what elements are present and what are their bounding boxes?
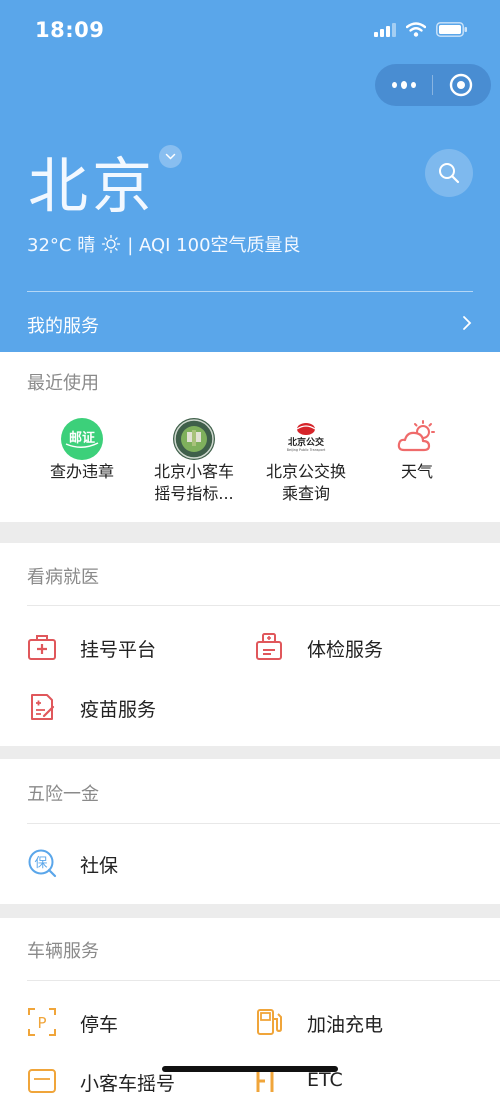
city-name[interactable]: 北京	[28, 138, 156, 225]
recent-item-weather[interactable]: 天气	[361, 417, 473, 497]
service-label: ETC	[307, 1069, 343, 1091]
svg-text:P: P	[37, 1014, 46, 1032]
service-label: 挂号平台	[80, 639, 157, 661]
social-security-icon: 保	[28, 849, 57, 878]
search-button[interactable]	[425, 149, 473, 197]
service-fuel-charging[interactable]: 加油充电	[254, 1004, 454, 1040]
capsule-divider	[432, 75, 433, 95]
mini-program-capsule	[375, 64, 491, 106]
search-icon	[439, 163, 460, 184]
insurance-title: 五险一金	[27, 784, 99, 805]
service-label: 疫苗服务	[80, 699, 157, 721]
service-registration-platform[interactable]: 挂号平台	[27, 629, 227, 665]
medical-title: 看病就医	[27, 567, 99, 588]
recent-item-car-lottery[interactable]: 北京小客车 摇号指标...	[138, 417, 250, 507]
service-label: 停车	[80, 1014, 119, 1036]
recent-item-label: 天气	[400, 462, 433, 481]
signal-icon	[374, 22, 396, 37]
beijing-bus-icon: 北京公交 Beijing Public Transport	[284, 417, 328, 461]
section-gap	[0, 904, 500, 918]
close-mini-program-button[interactable]	[449, 73, 473, 97]
vehicle-section: 车辆服务 P 停车 加油充电 小客车摇号 ETC	[0, 918, 500, 1095]
svg-text:Beijing Public Transport: Beijing Public Transport	[287, 448, 326, 452]
chevron-down-icon	[165, 153, 176, 160]
recent-item-label: 北京公交换 乘查询	[265, 462, 346, 503]
chevron-right-icon	[463, 316, 472, 330]
service-label: 社保	[80, 855, 119, 877]
recent-item-beijing-bus[interactable]: 北京公交 Beijing Public Transport 北京公交换 乘查询	[250, 417, 362, 507]
my-services-label: 我的服务	[27, 316, 99, 337]
physical-exam-icon	[256, 633, 282, 660]
weather-temp: 32°C 晴	[27, 235, 96, 256]
my-services-link[interactable]: 我的服务	[27, 310, 473, 338]
section-gap	[0, 746, 500, 759]
home-indicator[interactable]	[162, 1066, 338, 1072]
recent-item-label: 查办违章	[49, 462, 114, 481]
service-parking[interactable]: P 停车	[27, 1004, 227, 1040]
service-social-security[interactable]: 保 社保	[27, 845, 227, 881]
fuel-pump-icon	[257, 1009, 282, 1035]
parking-icon: P	[28, 1008, 56, 1036]
svg-text:邮证: 邮证	[69, 430, 95, 446]
svg-text:北京公交: 北京公交	[288, 436, 324, 448]
traffic-violation-icon: 邮证	[61, 418, 103, 460]
recent-section: 最近使用 邮证 查办违章 北京小客车 摇号指标... 北京公交 Beijing …	[0, 352, 500, 522]
city-dropdown-button[interactable]	[159, 145, 182, 168]
service-physical-exam[interactable]: 体检服务	[254, 629, 454, 665]
service-label: 加油充电	[307, 1014, 384, 1036]
vehicle-divider	[27, 980, 500, 981]
status-bar: 18:09	[0, 0, 500, 60]
recent-title: 最近使用	[27, 373, 99, 394]
header: 18:09 北京 32°C 晴 | AQI 100空气质量良 我的服务	[0, 0, 500, 352]
service-label: 体检服务	[307, 639, 384, 661]
medical-divider	[27, 605, 500, 606]
recent-item-traffic-violation[interactable]: 邮证 查办违章	[26, 417, 138, 497]
car-lottery-seal-icon	[173, 418, 215, 460]
header-divider	[27, 291, 473, 292]
section-gap	[0, 522, 500, 543]
weather-info: 32°C 晴 | AQI 100空气质量良	[27, 231, 301, 257]
service-vaccine[interactable]: 疫苗服务	[27, 689, 227, 725]
wifi-icon	[406, 22, 426, 37]
recent-item-label: 北京小客车 摇号指标...	[153, 462, 234, 503]
status-time: 18:09	[35, 18, 105, 42]
insurance-divider	[27, 823, 500, 824]
sun-icon	[102, 234, 121, 254]
status-icons	[374, 22, 468, 37]
more-options-button[interactable]	[392, 76, 416, 94]
medical-section: 看病就医 挂号平台 体检服务 疫苗服务	[0, 543, 500, 746]
medical-kit-icon	[28, 635, 56, 660]
vaccine-record-icon	[31, 694, 55, 720]
battery-icon	[436, 22, 467, 37]
svg-text:保: 保	[34, 856, 47, 871]
insurance-section: 五险一金 保 社保	[0, 759, 500, 904]
car-lottery-icon	[28, 1069, 56, 1093]
weather-aqi: | AQI 100空气质量良	[127, 235, 301, 256]
weather-cloud-sun-icon	[397, 420, 435, 452]
vehicle-title: 车辆服务	[27, 941, 99, 962]
